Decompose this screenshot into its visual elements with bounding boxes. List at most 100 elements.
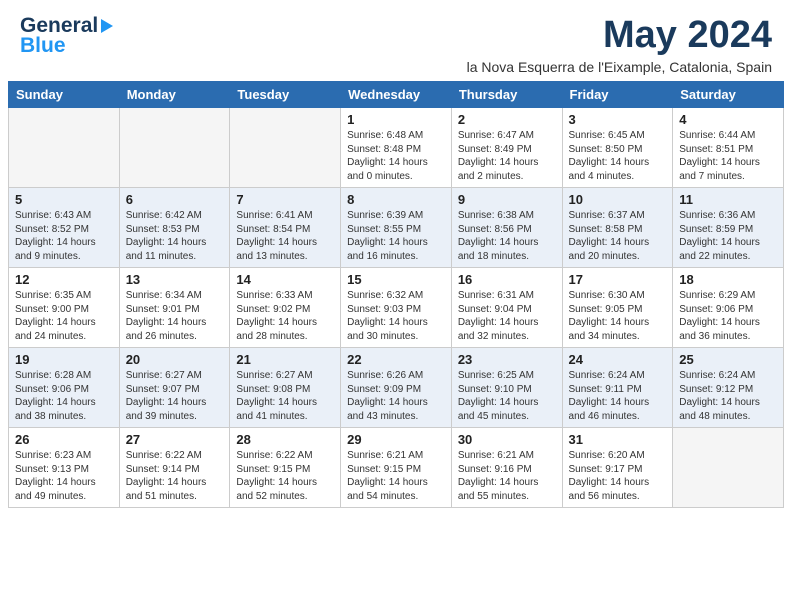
sunset-info: Sunset: 8:52 PM (15, 223, 113, 237)
calendar-day-cell: 10Sunrise: 6:37 AMSunset: 8:58 PMDayligh… (562, 188, 673, 268)
day-number: 13 (126, 272, 224, 287)
logo-text-blue: Blue (20, 34, 66, 58)
daylight-info: and 16 minutes. (347, 250, 445, 264)
day-number: 20 (126, 352, 224, 367)
daylight-info: Daylight: 14 hours (126, 316, 224, 330)
daylight-info: Daylight: 14 hours (679, 236, 777, 250)
calendar-day-cell: 9Sunrise: 6:38 AMSunset: 8:56 PMDaylight… (451, 188, 562, 268)
daylight-info: and 22 minutes. (679, 250, 777, 264)
daylight-info: Daylight: 14 hours (126, 236, 224, 250)
daylight-info: Daylight: 14 hours (679, 316, 777, 330)
sunset-info: Sunset: 9:01 PM (126, 303, 224, 317)
daylight-info: Daylight: 14 hours (236, 396, 334, 410)
day-number: 17 (569, 272, 667, 287)
sunrise-info: Sunrise: 6:31 AM (458, 289, 556, 303)
calendar-day-cell: 6Sunrise: 6:42 AMSunset: 8:53 PMDaylight… (119, 188, 230, 268)
sunset-info: Sunset: 9:00 PM (15, 303, 113, 317)
calendar-day-cell: 24Sunrise: 6:24 AMSunset: 9:11 PMDayligh… (562, 348, 673, 428)
day-number: 11 (679, 192, 777, 207)
daylight-info: and 30 minutes. (347, 330, 445, 344)
calendar-day-cell: 21Sunrise: 6:27 AMSunset: 9:08 PMDayligh… (230, 348, 341, 428)
daylight-info: Daylight: 14 hours (569, 156, 667, 170)
calendar-week-row: 19Sunrise: 6:28 AMSunset: 9:06 PMDayligh… (9, 348, 784, 428)
sunrise-info: Sunrise: 6:23 AM (15, 449, 113, 463)
day-number: 15 (347, 272, 445, 287)
daylight-info: Daylight: 14 hours (15, 236, 113, 250)
daylight-info: and 20 minutes. (569, 250, 667, 264)
sunrise-info: Sunrise: 6:27 AM (236, 369, 334, 383)
calendar-day-cell: 13Sunrise: 6:34 AMSunset: 9:01 PMDayligh… (119, 268, 230, 348)
daylight-info: and 9 minutes. (15, 250, 113, 264)
sunset-info: Sunset: 9:08 PM (236, 383, 334, 397)
calendar-day-cell: 5Sunrise: 6:43 AMSunset: 8:52 PMDaylight… (9, 188, 120, 268)
sunrise-info: Sunrise: 6:33 AM (236, 289, 334, 303)
calendar-day-cell: 16Sunrise: 6:31 AMSunset: 9:04 PMDayligh… (451, 268, 562, 348)
calendar-day-cell: 2Sunrise: 6:47 AMSunset: 8:49 PMDaylight… (451, 108, 562, 188)
logo: General Blue (20, 14, 113, 58)
sunrise-info: Sunrise: 6:32 AM (347, 289, 445, 303)
sunset-info: Sunset: 8:53 PM (126, 223, 224, 237)
day-number: 4 (679, 112, 777, 127)
daylight-info: Daylight: 14 hours (569, 316, 667, 330)
day-header-sunday: Sunday (9, 82, 120, 108)
calendar-day-cell: 12Sunrise: 6:35 AMSunset: 9:00 PMDayligh… (9, 268, 120, 348)
calendar-week-row: 26Sunrise: 6:23 AMSunset: 9:13 PMDayligh… (9, 428, 784, 508)
calendar-week-row: 5Sunrise: 6:43 AMSunset: 8:52 PMDaylight… (9, 188, 784, 268)
calendar-day-cell: 29Sunrise: 6:21 AMSunset: 9:15 PMDayligh… (341, 428, 452, 508)
daylight-info: Daylight: 14 hours (569, 236, 667, 250)
sunset-info: Sunset: 8:55 PM (347, 223, 445, 237)
daylight-info: Daylight: 14 hours (347, 156, 445, 170)
day-number: 28 (236, 432, 334, 447)
sunrise-info: Sunrise: 6:39 AM (347, 209, 445, 223)
calendar-day-cell: 19Sunrise: 6:28 AMSunset: 9:06 PMDayligh… (9, 348, 120, 428)
calendar-day-cell: 28Sunrise: 6:22 AMSunset: 9:15 PMDayligh… (230, 428, 341, 508)
day-number: 25 (679, 352, 777, 367)
daylight-info: Daylight: 14 hours (236, 476, 334, 490)
day-number: 30 (458, 432, 556, 447)
day-header-friday: Friday (562, 82, 673, 108)
sunset-info: Sunset: 9:07 PM (126, 383, 224, 397)
header: General Blue May 2024 la Nova Esquerra d… (0, 0, 792, 81)
day-header-thursday: Thursday (451, 82, 562, 108)
day-header-saturday: Saturday (673, 82, 784, 108)
daylight-info: Daylight: 14 hours (458, 236, 556, 250)
sunset-info: Sunset: 8:56 PM (458, 223, 556, 237)
calendar-day-cell: 18Sunrise: 6:29 AMSunset: 9:06 PMDayligh… (673, 268, 784, 348)
calendar-week-row: 1Sunrise: 6:48 AMSunset: 8:48 PMDaylight… (9, 108, 784, 188)
sunset-info: Sunset: 8:59 PM (679, 223, 777, 237)
sunrise-info: Sunrise: 6:36 AM (679, 209, 777, 223)
daylight-info: and 18 minutes. (458, 250, 556, 264)
daylight-info: and 7 minutes. (679, 170, 777, 184)
sunrise-info: Sunrise: 6:41 AM (236, 209, 334, 223)
sunrise-info: Sunrise: 6:21 AM (347, 449, 445, 463)
daylight-info: and 56 minutes. (569, 490, 667, 504)
day-number: 6 (126, 192, 224, 207)
daylight-info: Daylight: 14 hours (126, 396, 224, 410)
daylight-info: and 0 minutes. (347, 170, 445, 184)
day-number: 3 (569, 112, 667, 127)
calendar-table: SundayMondayTuesdayWednesdayThursdayFrid… (8, 81, 784, 508)
sunset-info: Sunset: 9:16 PM (458, 463, 556, 477)
calendar-day-cell: 15Sunrise: 6:32 AMSunset: 9:03 PMDayligh… (341, 268, 452, 348)
daylight-info: Daylight: 14 hours (458, 316, 556, 330)
day-number: 23 (458, 352, 556, 367)
daylight-info: Daylight: 14 hours (15, 316, 113, 330)
sunrise-info: Sunrise: 6:25 AM (458, 369, 556, 383)
calendar-day-cell: 20Sunrise: 6:27 AMSunset: 9:07 PMDayligh… (119, 348, 230, 428)
calendar-day-cell: 14Sunrise: 6:33 AMSunset: 9:02 PMDayligh… (230, 268, 341, 348)
daylight-info: Daylight: 14 hours (15, 396, 113, 410)
daylight-info: and 49 minutes. (15, 490, 113, 504)
sunrise-info: Sunrise: 6:20 AM (569, 449, 667, 463)
sunset-info: Sunset: 9:02 PM (236, 303, 334, 317)
daylight-info: and 55 minutes. (458, 490, 556, 504)
sunrise-info: Sunrise: 6:37 AM (569, 209, 667, 223)
daylight-info: and 52 minutes. (236, 490, 334, 504)
daylight-info: and 39 minutes. (126, 410, 224, 424)
daylight-info: and 32 minutes. (458, 330, 556, 344)
daylight-info: and 51 minutes. (126, 490, 224, 504)
daylight-info: and 43 minutes. (347, 410, 445, 424)
day-number: 10 (569, 192, 667, 207)
calendar-day-cell: 11 Sunrise: 6:36 AMSunset: 8:59 PMDayligh… (673, 188, 784, 268)
day-number: 27 (126, 432, 224, 447)
sunrise-info: Sunrise: 6:30 AM (569, 289, 667, 303)
